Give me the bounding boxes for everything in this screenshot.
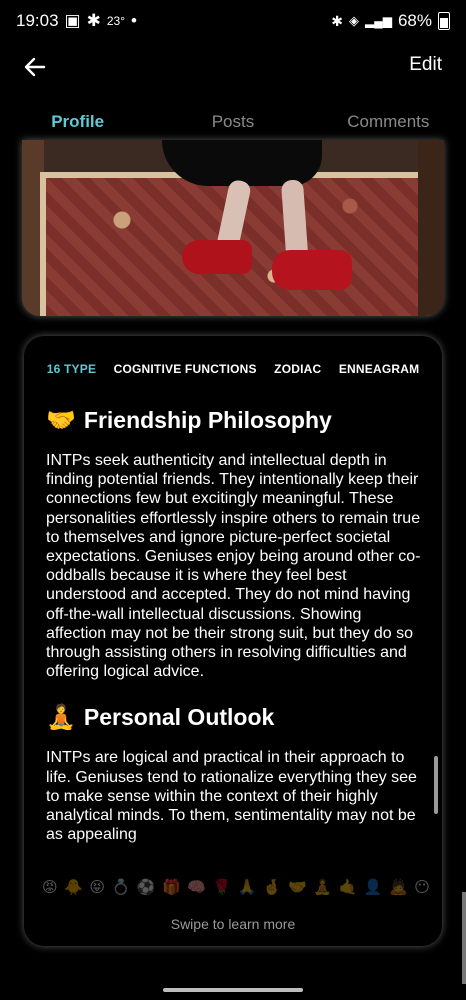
sub-tab-enneagram[interactable]: ENNEAGRAM xyxy=(339,362,419,376)
tab-posts[interactable]: Posts xyxy=(155,104,310,142)
section-heading: 🤝 Friendship Philosophy xyxy=(46,406,424,435)
personality-content[interactable]: 🤝 Friendship Philosophy INTPs seek authe… xyxy=(46,404,424,864)
photo-skirt xyxy=(162,140,322,186)
silhouette-icon: 👤 xyxy=(363,879,383,896)
personality-info-card: 16 TYPE COGNITIVE FUNCTIONS ZODIAC ENNEA… xyxy=(24,336,442,946)
section-title: Personal Outlook xyxy=(83,704,275,731)
section-title: Friendship Philosophy xyxy=(83,407,332,433)
handshake-icon: 🤝 xyxy=(46,407,76,434)
battery-percent: 68% xyxy=(397,11,432,30)
ring-icon: 💍 xyxy=(111,879,131,896)
chick-icon: 🐥 xyxy=(64,879,83,896)
profile-photo[interactable] xyxy=(22,140,444,316)
signal-icon: ▂▄▆ xyxy=(365,14,392,28)
angry-icon: 😡 xyxy=(42,879,58,896)
status-time: 19:03 xyxy=(16,11,59,30)
status-bar: 19:03 ▣ ✱ 23° • ✱ ◈ ▂▄▆ 68% xyxy=(0,0,466,42)
pray-icon: 🙏 xyxy=(237,879,257,896)
soccer-ball-icon: ⚽ xyxy=(136,879,156,896)
battery-icon xyxy=(438,12,450,30)
tongue-face-icon: 😝 xyxy=(89,879,106,896)
page-scrollbar[interactable] xyxy=(462,892,466,984)
meditation-icon: 🧘 xyxy=(46,704,76,732)
status-left: 19:03 ▣ ✱ 23° • xyxy=(16,11,137,31)
tab-profile[interactable]: Profile xyxy=(0,104,155,142)
weather-icon: ✱ xyxy=(86,11,101,30)
sub-tab-zodiac[interactable]: ZODIAC xyxy=(274,362,321,376)
content-scrollbar[interactable] xyxy=(434,756,438,814)
status-right: ✱ ◈ ▂▄▆ 68% xyxy=(331,11,450,31)
photo-door-right xyxy=(418,140,444,316)
sub-tab-16-type[interactable]: 16 TYPE xyxy=(47,362,96,376)
call-me-hand-icon: 🤙 xyxy=(338,879,358,896)
home-indicator[interactable] xyxy=(163,988,303,992)
photo-red-shoe xyxy=(182,240,252,274)
tab-comments[interactable]: Comments xyxy=(311,104,466,142)
profile-tabs: Profile Posts Comments xyxy=(0,104,466,142)
section-body: INTPs are logical and practical in their… xyxy=(46,749,417,844)
section-heading: 🧘 Personal Outlook xyxy=(46,703,424,732)
brain-icon: 🧠 xyxy=(187,879,206,896)
emoji-page-indicator: 😡 🐥 😝 💍 ⚽ 🎁 🧠 🌹 🙏 🤞 🤝 🧘 🤙 👤 🙇 😶 xyxy=(42,878,430,896)
meditation-icon: 🧘 xyxy=(313,879,332,896)
back-button[interactable] xyxy=(20,52,50,82)
notification-dot-icon: • xyxy=(131,11,137,30)
back-arrow-icon xyxy=(24,57,46,77)
section-body: INTPs seek authenticity and intellectual… xyxy=(46,452,421,681)
personality-sub-tabs: 16 TYPE COGNITIVE FUNCTIONS ZODIAC ENNEA… xyxy=(24,362,442,376)
rose-icon: 🌹 xyxy=(212,879,232,896)
edit-button[interactable]: Edit xyxy=(409,54,442,76)
gallery-icon: ▣ xyxy=(64,11,81,30)
content-fade xyxy=(24,836,442,876)
status-temp: 23° xyxy=(106,14,126,28)
bowing-person-icon: 🙇 xyxy=(388,879,408,896)
wifi-icon: ◈ xyxy=(349,13,359,28)
bluetooth-icon: ✱ xyxy=(331,12,343,29)
sub-tab-cognitive-functions[interactable]: COGNITIVE FUNCTIONS xyxy=(114,362,257,376)
handshake-icon: 🤝 xyxy=(288,879,307,896)
photo-red-shoe xyxy=(272,250,352,290)
crossed-fingers-icon: 🤞 xyxy=(262,879,282,896)
app-header: Edit xyxy=(0,44,466,92)
gift-icon: 🎁 xyxy=(162,879,181,896)
swipe-hint: Swipe to learn more xyxy=(170,916,296,932)
no-mouth-face-icon: 😶 xyxy=(414,879,430,896)
